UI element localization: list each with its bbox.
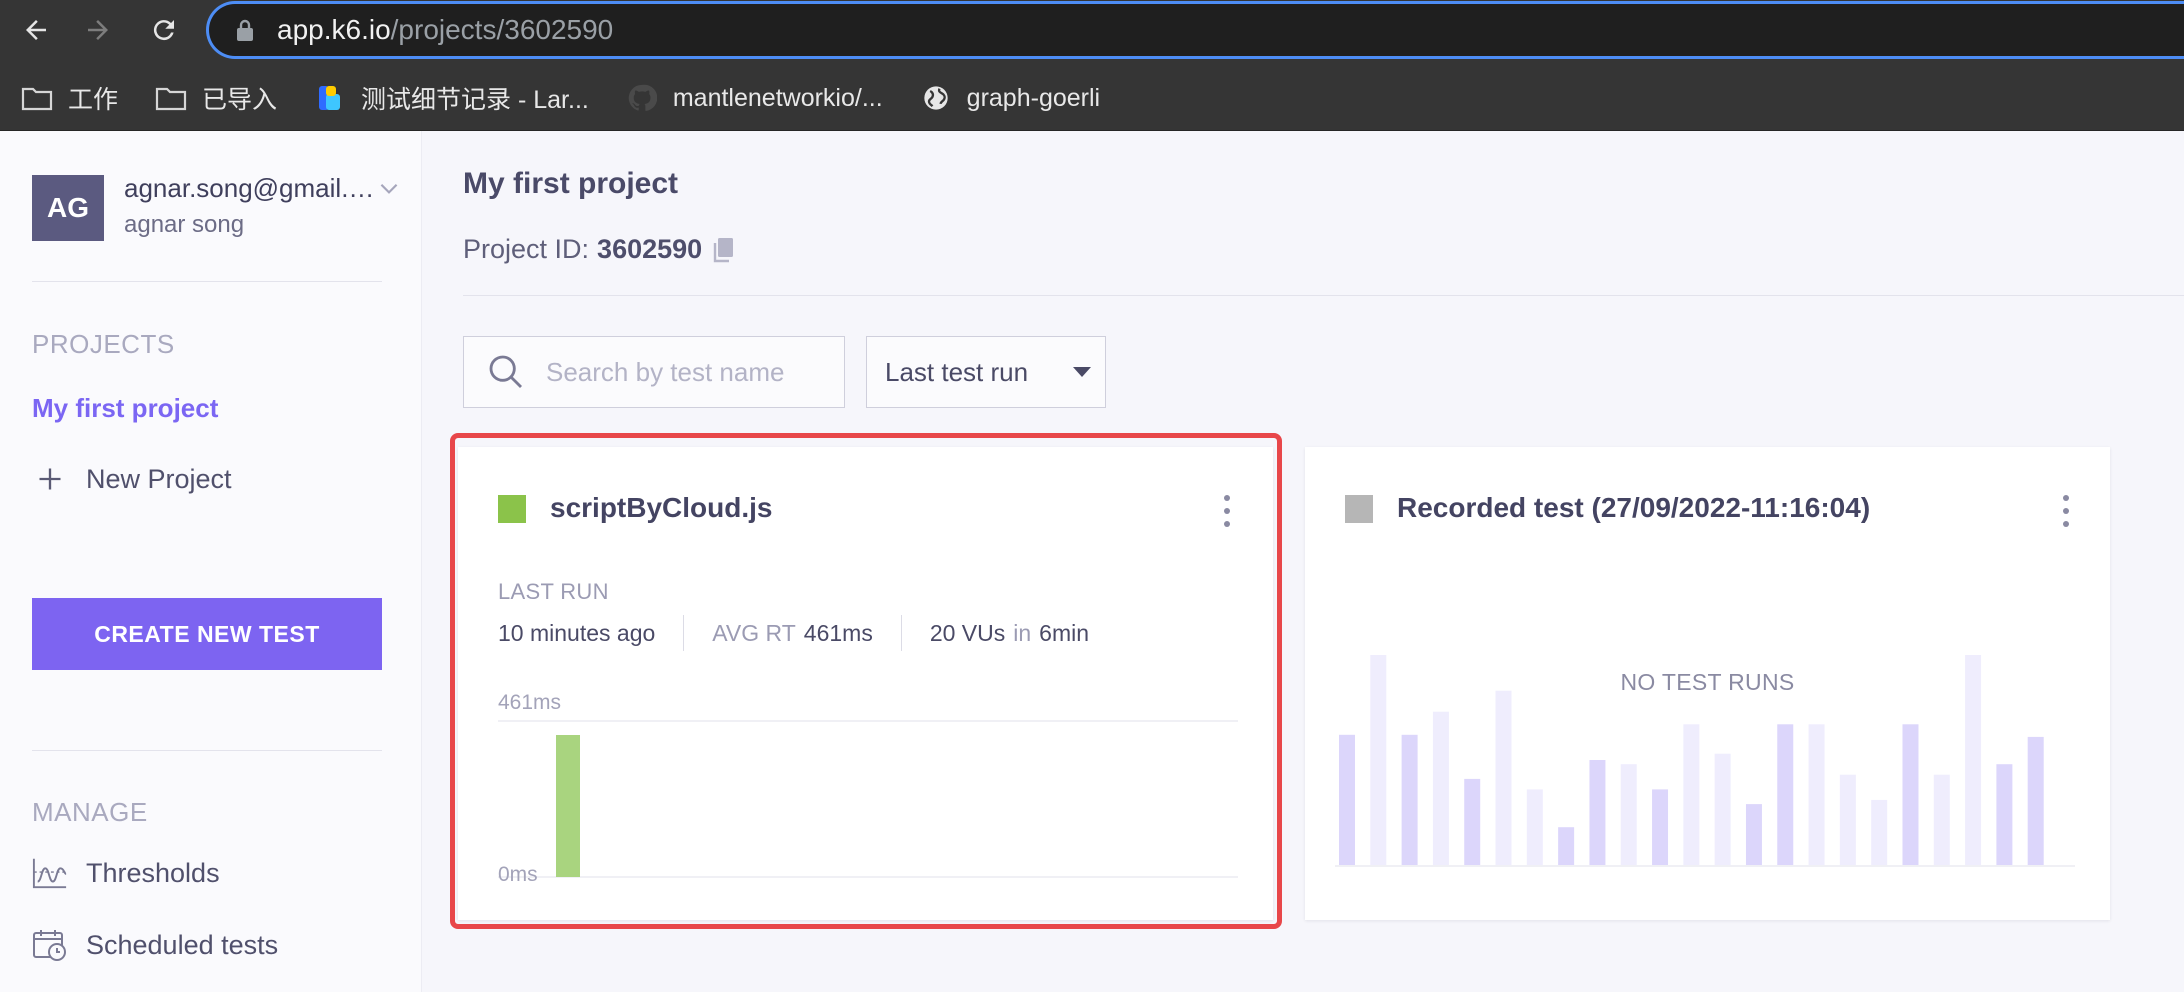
placeholder-bar <box>1839 774 1856 865</box>
placeholder-bar <box>1777 724 1794 865</box>
placeholder-bar <box>1339 734 1355 865</box>
last-run-stats: 10 minutes ago AVG RT 461ms 20 VUs in 6m… <box>498 615 1089 651</box>
search-box[interactable] <box>463 336 845 408</box>
arrow-left-icon <box>26 20 46 40</box>
sidebar-item-thresholds[interactable]: Thresholds <box>32 855 220 891</box>
main-content: My first project Project ID: 3602590 Las… <box>423 131 2184 992</box>
plus-icon <box>32 461 68 497</box>
sidebar-item-my-first-project[interactable]: My first project <box>32 393 218 424</box>
test-card-scriptbycloud[interactable]: scriptByCloud.js LAST RUN 10 minutes ago… <box>458 447 1273 920</box>
placeholder-bar <box>1495 690 1512 865</box>
chart-bar <box>556 735 580 877</box>
sort-select[interactable]: Last test run <box>866 336 1106 408</box>
avg-rt-label: AVG RT <box>712 619 796 646</box>
placeholder-bar <box>1558 827 1575 865</box>
test-name[interactable]: Recorded test (27/09/2022-11:16:04) <box>1397 492 1870 524</box>
placeholder-bar <box>1871 799 1888 865</box>
sort-select-value: Last test run <box>885 356 1029 387</box>
user-name: agnar song <box>124 211 245 238</box>
last-run-ago: 10 minutes ago <box>498 619 656 646</box>
copy-icon[interactable] <box>712 236 736 264</box>
github-icon <box>625 83 659 113</box>
last-run-label: LAST RUN <box>498 579 609 604</box>
test-name[interactable]: scriptByCloud.js <box>550 492 772 524</box>
url-text: app.k6.io/projects/3602590 <box>277 14 614 45</box>
stat-divider <box>683 615 685 651</box>
lark-icon <box>313 83 347 113</box>
status-square-passed <box>498 495 526 523</box>
user-email[interactable]: agnar.song@gmail.com <box>124 173 386 204</box>
new-project-button[interactable]: New Project <box>32 461 232 497</box>
placeholder-bar <box>1589 760 1606 865</box>
search-input[interactable] <box>546 356 836 388</box>
kebab-menu-icon[interactable] <box>1215 493 1239 529</box>
vus-in-label: in <box>1013 619 1032 646</box>
header-divider <box>463 295 2184 296</box>
placeholder-bar <box>1464 778 1481 865</box>
vus-value: 20 VUs <box>929 619 1006 646</box>
thresholds-icon <box>32 855 68 891</box>
search-icon <box>486 352 526 392</box>
thresholds-label: Thresholds <box>86 857 220 888</box>
back-button[interactable] <box>14 8 58 52</box>
arrow-right-icon <box>88 20 108 40</box>
placeholder-bar <box>1683 724 1700 865</box>
placeholder-bar <box>1902 724 1919 865</box>
bookmark-github[interactable]: mantlenetworkio/... <box>625 83 883 113</box>
chevron-down-icon[interactable] <box>376 175 402 201</box>
placeholder-bar <box>1652 789 1669 865</box>
sidebar-divider <box>32 750 382 751</box>
reload-icon <box>153 20 174 41</box>
bookmark-lark-notes[interactable]: 测试细节记录 - Lar... <box>313 80 589 116</box>
placeholder-bar <box>1526 789 1543 865</box>
placeholder-bar <box>2027 736 2044 865</box>
project-id-label: Project ID: <box>463 234 590 264</box>
projects-heading: PROJECTS <box>32 329 175 359</box>
avatar[interactable]: AG <box>32 175 104 241</box>
create-new-test-button[interactable]: CREATE NEW TEST <box>32 598 382 670</box>
sidebar-item-scheduled-tests[interactable]: Scheduled tests <box>32 927 278 963</box>
scheduled-tests-label: Scheduled tests <box>86 929 279 960</box>
placeholder-bar <box>1432 711 1449 865</box>
placeholder-bar <box>1933 774 1950 865</box>
placeholder-bar <box>1620 764 1637 865</box>
stat-divider <box>900 615 902 651</box>
manage-heading: MANAGE <box>32 797 148 827</box>
reload-button[interactable] <box>142 8 186 52</box>
placeholder-bar <box>1745 804 1762 865</box>
bookmarks-bar: 工作 已导入 测试细节记录 - Lar... mantlenetworkio/.… <box>0 76 1116 120</box>
placeholder-bar <box>1401 734 1418 865</box>
placeholder-bar <box>1714 753 1731 865</box>
caret-down-icon <box>1073 367 1091 377</box>
bookmark-graph-goerli[interactable]: graph-goerli <box>919 83 1100 113</box>
folder-icon <box>20 83 54 113</box>
sidebar-divider <box>32 281 382 282</box>
response-time-chart <box>498 720 1238 878</box>
placeholder-bar <box>1808 724 1825 865</box>
chart-y-min-label: 0ms <box>498 863 538 886</box>
lock-icon <box>235 16 259 44</box>
project-id: Project ID: 3602590 <box>463 234 736 265</box>
new-project-label: New Project <box>86 463 232 494</box>
status-square-not-run <box>1345 495 1373 523</box>
sidebar: AG agnar.song@gmail.com agnar song PROJE… <box>0 131 422 992</box>
page-title: My first project <box>463 167 679 200</box>
calendar-clock-icon <box>32 927 68 963</box>
browser-chrome: app.k6.io/projects/3602590 工作 已导入 测试细节记录… <box>0 0 2184 131</box>
duration-value: 6min <box>1039 619 1090 646</box>
no-test-runs-label: NO TEST RUNS <box>1620 669 1795 695</box>
test-card-recorded-test[interactable]: Recorded test (27/09/2022-11:16:04) NO T… <box>1305 447 2110 920</box>
bookmark-imported[interactable]: 已导入 <box>154 80 277 116</box>
folder-icon <box>154 83 188 113</box>
chart-y-max-label: 461ms <box>498 691 562 714</box>
globe-icon <box>919 83 953 113</box>
avg-rt-value: 461ms <box>803 619 873 646</box>
forward-button[interactable] <box>76 8 120 52</box>
address-bar[interactable]: app.k6.io/projects/3602590 <box>206 1 2184 59</box>
project-id-value: 3602590 <box>597 234 703 264</box>
kebab-menu-icon[interactable] <box>2054 493 2078 529</box>
bookmark-work[interactable]: 工作 <box>20 80 118 116</box>
placeholder-bar <box>1996 764 2013 865</box>
